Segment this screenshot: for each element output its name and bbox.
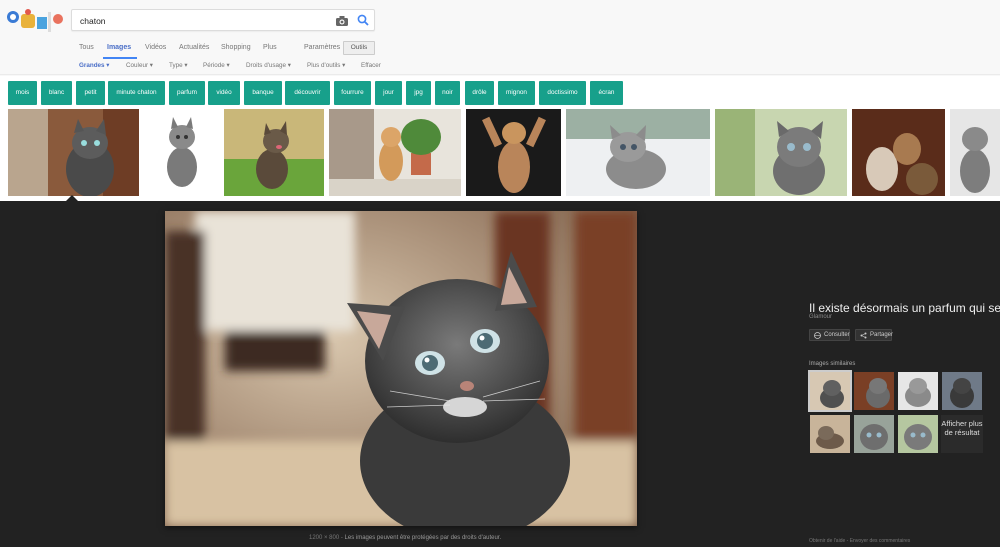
chip[interactable]: banque	[244, 81, 282, 105]
search-input[interactable]	[80, 13, 320, 29]
tab-news[interactable]: Actualités	[179, 44, 209, 51]
similar-image[interactable]	[898, 372, 938, 410]
filter-usage-rights[interactable]: Droits d'usage ▾	[246, 62, 291, 69]
share-button[interactable]: Partager	[855, 329, 894, 341]
filter-time[interactable]: Période ▾	[203, 62, 230, 69]
more-results-button[interactable]: Afficher plus de résultat	[941, 415, 983, 453]
search-icon[interactable]	[356, 13, 370, 27]
chip[interactable]: doctissimo	[539, 81, 586, 105]
image-viewer-panel: 1200 × 800 - Les images peuvent être pro…	[0, 201, 1000, 547]
chip[interactable]: jpg	[406, 81, 431, 105]
similar-image[interactable]	[854, 372, 894, 410]
related-searches-bar: mois blanc petit minute chaton parfum vi…	[0, 76, 1000, 108]
chip[interactable]: fourrure	[334, 81, 371, 105]
tab-all[interactable]: Tous	[79, 44, 94, 51]
filter-color[interactable]: Couleur ▾	[126, 62, 153, 69]
similar-image[interactable]	[810, 415, 850, 453]
similar-image[interactable]	[854, 415, 894, 453]
help-link[interactable]: Obtenir de l'aide	[809, 538, 845, 544]
chip[interactable]: petit	[76, 81, 105, 105]
similar-images-label: Images similaires	[809, 361, 856, 367]
similar-image[interactable]	[808, 370, 852, 412]
visit-button[interactable]: Consulter	[809, 329, 850, 341]
chip[interactable]: mignon	[498, 81, 535, 105]
similar-image[interactable]	[942, 372, 982, 410]
result-title[interactable]: Il existe désormais un parfum qui sent l…	[809, 301, 1000, 315]
image-result[interactable]	[329, 109, 461, 196]
chip[interactable]: parfum	[169, 81, 205, 105]
result-source[interactable]: Glamour	[809, 314, 832, 320]
image-results-row	[0, 108, 1000, 201]
image-caption: 1200 × 800 - Les images peuvent être pro…	[309, 535, 501, 541]
globe-icon	[814, 332, 821, 339]
chip[interactable]: minute chaton	[108, 81, 165, 105]
filter-size[interactable]: Grandes ▾	[79, 62, 109, 69]
chip[interactable]: drôle	[465, 81, 494, 105]
share-icon	[860, 332, 867, 339]
image-details-panel: Il existe désormais un parfum qui sent l…	[808, 201, 1000, 547]
image-dimensions: 1200 × 800	[309, 535, 340, 541]
tab-images[interactable]: Images	[107, 44, 131, 51]
tab-shopping[interactable]: Shopping	[221, 44, 251, 51]
tools-button[interactable]: Outils	[343, 41, 375, 55]
viewer-footer: Obtenir de l'aide - Envoyer des commenta…	[809, 538, 910, 544]
camera-icon[interactable]	[335, 14, 349, 26]
filter-type[interactable]: Type ▾	[169, 62, 188, 69]
image-result[interactable]	[715, 109, 847, 196]
filter-clear[interactable]: Effacer	[361, 62, 381, 69]
preview-image[interactable]	[165, 211, 637, 526]
chip[interactable]: mois	[8, 81, 37, 105]
filter-more-tools[interactable]: Plus d'outils ▾	[307, 62, 345, 69]
visit-label: Consulter	[824, 332, 850, 338]
chip[interactable]: noir	[435, 81, 460, 105]
image-result[interactable]	[566, 109, 710, 196]
feedback-link[interactable]: Envoyer des commentaires	[850, 538, 911, 544]
search-box[interactable]	[71, 9, 375, 31]
image-result[interactable]	[145, 109, 220, 196]
chip[interactable]: découvrir	[285, 81, 330, 105]
tab-videos[interactable]: Vidéos	[145, 44, 166, 51]
tab-more[interactable]: Plus	[263, 44, 277, 51]
tab-settings[interactable]: Paramètres	[304, 44, 340, 51]
header: Tous Images Vidéos Actualités Shopping P…	[0, 0, 1000, 75]
active-tab-indicator	[103, 57, 137, 59]
image-result[interactable]	[8, 109, 139, 196]
chip[interactable]: écran	[590, 81, 623, 105]
chip[interactable]: vidéo	[208, 81, 240, 105]
chip[interactable]: blanc	[41, 81, 72, 105]
image-result[interactable]	[950, 109, 1000, 196]
image-result[interactable]	[224, 109, 324, 196]
google-doodle-logo[interactable]	[6, 8, 66, 34]
image-result[interactable]	[852, 109, 945, 196]
share-label: Partager	[870, 332, 894, 338]
copyright-notice: Les images peuvent être protégées par de…	[344, 535, 502, 541]
chip[interactable]: jour	[375, 81, 402, 105]
image-result[interactable]	[466, 109, 561, 196]
similar-image[interactable]	[898, 415, 938, 453]
